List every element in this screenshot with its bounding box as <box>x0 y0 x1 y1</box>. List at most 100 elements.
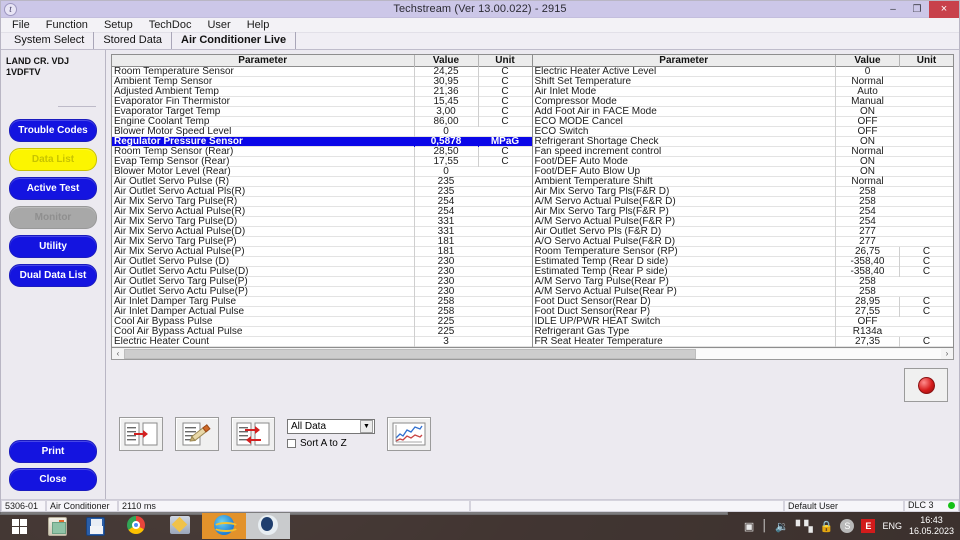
tab-air-conditioner-live[interactable]: Air Conditioner Live <box>172 32 297 49</box>
table-row[interactable]: A/M Servo Actual Pulse(F&R D) 258 <box>532 196 953 207</box>
table-row[interactable]: Foot Duct Sensor(Rear P) 27,55 C <box>532 306 953 317</box>
column-header-unit[interactable]: Unit <box>477 54 532 67</box>
sort-a-to-z-row[interactable]: Sort A to Z <box>287 438 375 449</box>
table-row[interactable]: Air Mix Servo Targ Pulse(R) 254 <box>112 196 532 207</box>
grid-horizontal-scrollbar[interactable]: ‹ › <box>111 348 954 360</box>
table-row[interactable]: Ambient Temperature Shift Normal <box>532 176 953 187</box>
table-row[interactable]: Foot/DEF Auto Mode ON <box>532 156 953 167</box>
table-row[interactable]: A/M Servo Actual Pulse(F&R P) 254 <box>532 216 953 227</box>
eset-icon[interactable]: E <box>861 519 876 533</box>
display-icon[interactable]: ▣ <box>744 520 754 533</box>
sidebar-item-active-test[interactable]: Active Test <box>9 177 97 200</box>
clock[interactable]: 16:43 16.05.2023 <box>909 515 954 537</box>
table-row[interactable]: Evap Temp Sensor (Rear) 17,55 C <box>112 156 532 167</box>
table-row[interactable]: A/O Servo Actual Pulse(F&R D) 277 <box>532 236 953 247</box>
table-row[interactable]: Air Mix Servo Targ Pulse(P) 181 <box>112 236 532 247</box>
table-row[interactable]: Ambient Temp Sensor 30,95 C <box>112 76 532 87</box>
table-row[interactable]: Engine Coolant Temp 86,00 C <box>112 116 532 127</box>
print-button[interactable]: Print <box>9 440 97 463</box>
table-row[interactable]: Room Temperature Sensor 24,25 C <box>112 66 532 77</box>
sidebar-item-trouble-codes[interactable]: Trouble Codes <box>9 119 97 142</box>
tab-stored-data[interactable]: Stored Data <box>94 32 173 49</box>
table-row[interactable]: Air Mix Servo Actual Pulse(D) 331 <box>112 226 532 237</box>
table-row[interactable]: Air Mix Servo Targ Pulse(D) 331 <box>112 216 532 227</box>
title-bar[interactable]: t Techstream (Ver 13.00.022) - 2915 – ❐ … <box>1 0 959 18</box>
battery-icon[interactable]: │ <box>761 520 768 532</box>
skype-icon[interactable]: S <box>840 519 855 533</box>
table-row[interactable]: Cool Air Bypass Actual Pulse 225 <box>112 326 532 337</box>
save-app-button[interactable] <box>76 512 114 540</box>
file-explorer-button[interactable] <box>38 512 76 540</box>
graph-button[interactable] <box>387 417 431 451</box>
close-button[interactable]: × <box>929 0 959 18</box>
table-row[interactable]: Compressor Mode Manual <box>532 96 953 107</box>
sidebar-item-utility[interactable]: Utility <box>9 235 97 258</box>
table-row[interactable]: Air Inlet Damper Actual Pulse 258 <box>112 306 532 317</box>
menu-item-file[interactable]: File <box>5 18 37 33</box>
table-row[interactable]: Air Outlet Servo Pls (F&R D) 277 <box>532 226 953 237</box>
chevron-down-icon[interactable]: ▼ <box>360 420 373 433</box>
table-row[interactable]: Add Foot Air in FACE Mode ON <box>532 106 953 117</box>
table-row[interactable]: Refrigerant Gas Type R134a <box>532 326 953 337</box>
table-row[interactable]: Adjusted Ambient Temp 21,36 C <box>112 86 532 97</box>
table-row[interactable]: Room Temp Sensor (Rear) 28,50 C <box>112 146 532 157</box>
table-row[interactable]: Evaporator Fin Thermistor 15,45 C <box>112 96 532 107</box>
taskbar-app-chrome[interactable] <box>114 513 158 539</box>
start-button[interactable] <box>0 512 38 540</box>
table-row[interactable]: Foot Duct Sensor(Rear D) 28,95 C <box>532 296 953 307</box>
table-row[interactable]: Air Outlet Servo Pulse (R) 235 <box>112 176 532 187</box>
record-button[interactable] <box>904 368 948 402</box>
close-panel-button[interactable]: Close <box>9 468 97 491</box>
table-row[interactable]: FR Seat Heater Temperature 27,35 C <box>532 336 953 347</box>
table-row[interactable]: Blower Motor Level (Rear) 0 <box>112 166 532 177</box>
network-icon[interactable]: ▘▚ <box>796 520 813 533</box>
taskbar-app-browser[interactable] <box>202 513 246 539</box>
taskbar-app-techstream[interactable] <box>246 513 290 539</box>
table-row[interactable]: A/M Servo Actual Pulse(Rear P) 258 <box>532 286 953 297</box>
select-data-button[interactable] <box>119 417 163 451</box>
column-header-value[interactable]: Value <box>835 54 899 67</box>
table-row[interactable]: ECO MODE Cancel OFF <box>532 116 953 127</box>
table-row[interactable]: Air Outlet Servo Actu Pulse(D) 230 <box>112 266 532 277</box>
table-row[interactable]: Air Mix Servo Actual Pulse(P) 181 <box>112 246 532 257</box>
language-indicator[interactable]: ENG <box>882 521 902 531</box>
table-row[interactable]: Estimated Temp (Rear P side) -358,40 C <box>532 266 953 277</box>
sort-a-to-z-checkbox[interactable] <box>287 439 296 448</box>
column-header-parameter[interactable]: Parameter <box>533 55 836 67</box>
table-row[interactable]: ECO Switch OFF <box>532 126 953 137</box>
data-filter-select[interactable]: All Data ▼ <box>287 419 375 434</box>
menu-item-user[interactable]: User <box>200 18 237 33</box>
sidebar-item-dual-data-list[interactable]: Dual Data List <box>9 264 97 287</box>
volume-icon[interactable]: 🔉 <box>775 520 789 533</box>
table-row[interactable]: Air Mix Servo Targ Pls(F&R D) 258 <box>532 186 953 197</box>
table-row[interactable]: Air Inlet Mode Auto <box>532 86 953 97</box>
table-row[interactable]: Electric Heater Count 3 <box>112 336 532 347</box>
table-row[interactable]: Air Inlet Damper Targ Pulse 258 <box>112 296 532 307</box>
sidebar-item-data-list[interactable]: Data List <box>9 148 97 171</box>
scrollbar-track[interactable] <box>124 348 941 359</box>
table-row[interactable]: Room Temperature Sensor (RP) 26,75 C <box>532 246 953 257</box>
table-row[interactable]: Regulator Pressure Sensor 0,5878 MPaG <box>112 136 532 147</box>
table-row[interactable]: Air Outlet Servo Targ Pulse(P) 230 <box>112 276 532 287</box>
table-row[interactable]: Estimated Temp (Rear D side) -358,40 C <box>532 256 953 267</box>
tab-system-select[interactable]: System Select <box>5 32 95 49</box>
table-row[interactable]: Blower Motor Speed Level 0 <box>112 126 532 137</box>
column-header-parameter[interactable]: Parameter <box>112 55 414 67</box>
table-row[interactable]: Air Mix Servo Targ Pls(F&R P) 254 <box>532 206 953 217</box>
menu-item-help[interactable]: Help <box>240 18 277 33</box>
table-row[interactable]: Electric Heater Active Level 0 <box>532 66 953 77</box>
restore-button[interactable]: ❐ <box>905 1 929 18</box>
table-row[interactable]: Refrigerant Shortage Check ON <box>532 136 953 147</box>
table-row[interactable]: A/M Servo Targ Pulse(Rear P) 258 <box>532 276 953 287</box>
scroll-right-arrow-icon[interactable]: › <box>941 349 953 359</box>
table-row[interactable]: Evaporator Target Temp 3,00 C <box>112 106 532 117</box>
table-row[interactable]: Air Mix Servo Actual Pulse(R) 254 <box>112 206 532 217</box>
table-row[interactable]: IDLE UP/PWR HEAT Switch OFF <box>532 316 953 327</box>
table-row[interactable]: Air Outlet Servo Actual Pls(R) 235 <box>112 186 532 197</box>
scrollbar-thumb[interactable] <box>124 348 696 359</box>
minimize-button[interactable]: – <box>881 1 905 18</box>
menu-item-techdoc[interactable]: TechDoc <box>142 18 199 33</box>
column-header-unit[interactable]: Unit <box>899 54 953 67</box>
column-header-value[interactable]: Value <box>413 54 478 67</box>
table-row[interactable]: Shift Set Temperature Normal <box>532 76 953 87</box>
